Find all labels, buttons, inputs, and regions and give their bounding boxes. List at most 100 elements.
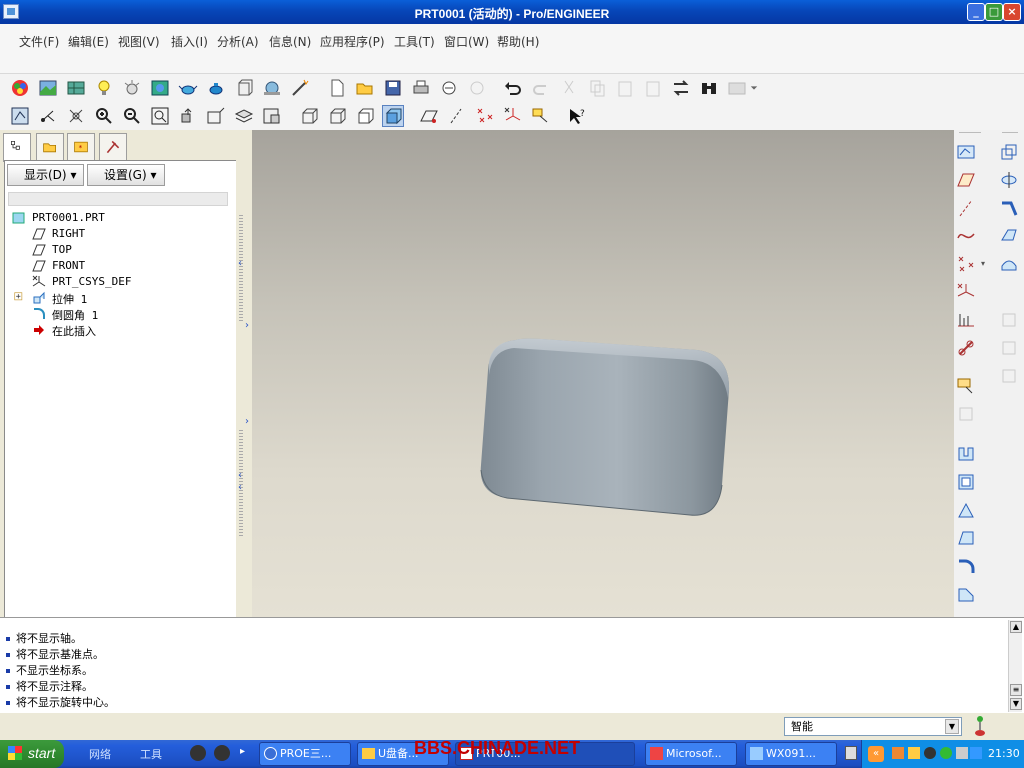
color-appearance-icon[interactable] xyxy=(9,77,31,99)
menu-applications[interactable]: 应用程序(P) xyxy=(320,33,385,50)
spotlight-icon[interactable] xyxy=(121,77,143,99)
menu-edit[interactable]: 编辑(E) xyxy=(68,33,109,50)
chevron-right-icon[interactable]: ▸ xyxy=(240,746,245,757)
no-hidden-icon[interactable] xyxy=(354,105,376,127)
menu-window[interactable]: 窗口(W) xyxy=(444,33,489,50)
collapse-left-arrow-icon[interactable]: ‹ xyxy=(238,482,242,493)
blend-tool-icon[interactable] xyxy=(998,225,1020,247)
analysis-tool-icon[interactable] xyxy=(955,309,977,331)
print-icon[interactable] xyxy=(410,77,432,99)
view-cube-icon[interactable] xyxy=(233,77,255,99)
tab-folder-browser[interactable] xyxy=(36,133,64,160)
menu-analysis[interactable]: 分析(A) xyxy=(217,33,259,50)
chain-link-icon[interactable] xyxy=(955,337,977,359)
undo-icon[interactable] xyxy=(502,77,524,99)
chevron-down-icon[interactable]: ▾ xyxy=(981,259,985,268)
task-proe-article[interactable]: PROE三... xyxy=(259,742,351,766)
zoom-out-icon[interactable] xyxy=(121,105,143,127)
settings-dropdown[interactable]: 设置(G) ▾ xyxy=(87,164,165,186)
sketch-grid-icon[interactable] xyxy=(9,105,31,127)
teapot-icon[interactable] xyxy=(177,77,199,99)
datum-plane-display-icon[interactable] xyxy=(418,105,440,127)
toolbar-tools[interactable]: 工具 xyxy=(140,746,162,762)
datum-curve-tool-icon[interactable] xyxy=(955,225,977,247)
layers-icon[interactable] xyxy=(233,105,255,127)
expand-toggle-icon[interactable] xyxy=(14,290,26,306)
panel-splitter[interactable]: ‹ › › ‹ ‹ xyxy=(236,160,252,618)
csys-display-icon[interactable] xyxy=(502,105,524,127)
magic-wand-icon[interactable] xyxy=(289,77,311,99)
round-tool-icon[interactable] xyxy=(955,555,977,577)
datum-axis-display-icon[interactable] xyxy=(446,105,468,127)
maximize-button[interactable]: □ xyxy=(985,3,1003,21)
image-icon[interactable] xyxy=(37,77,59,99)
regenerate-model-icon[interactable] xyxy=(670,77,692,99)
wireframe-icon[interactable] xyxy=(298,105,320,127)
message-scrollbar[interactable]: ▲ ≡ ▼ xyxy=(1008,620,1022,712)
expand-right-arrow-icon[interactable]: › xyxy=(245,416,249,427)
reorient-icon[interactable] xyxy=(177,105,199,127)
show-dropdown[interactable]: 显示(D) ▾ xyxy=(7,164,84,186)
style-tool-icon[interactable] xyxy=(998,253,1020,275)
datum-axis-icon[interactable] xyxy=(37,105,59,127)
sphere-view-icon[interactable] xyxy=(261,77,283,99)
start-button[interactable]: start xyxy=(0,740,64,768)
open-folder-icon[interactable] xyxy=(354,77,376,99)
qq-penguin-icon[interactable] xyxy=(924,747,936,759)
new-file-icon[interactable] xyxy=(326,77,348,99)
tab-connections[interactable] xyxy=(99,133,127,160)
tab-favorites[interactable]: * xyxy=(67,133,95,160)
sweep-tool-icon[interactable] xyxy=(998,197,1020,219)
context-help-icon[interactable]: ? xyxy=(566,105,588,127)
teapot-render-icon[interactable] xyxy=(205,77,227,99)
shell-tool-icon[interactable] xyxy=(998,141,1020,163)
sketch-tool-icon[interactable] xyxy=(955,141,977,163)
environment-icon[interactable] xyxy=(149,77,171,99)
network-icon[interactable] xyxy=(956,747,968,759)
rib-tool-icon[interactable] xyxy=(955,499,977,521)
expand-right-arrow-icon[interactable]: › xyxy=(245,320,249,331)
hole-tool-icon[interactable] xyxy=(955,443,977,465)
menu-tools[interactable]: 工具(T) xyxy=(394,33,435,50)
revolve-tool-icon[interactable] xyxy=(998,169,1020,191)
datum-point-tool-icon[interactable] xyxy=(955,253,977,275)
datum-point-display-icon[interactable] xyxy=(474,105,496,127)
graphics-window[interactable] xyxy=(252,130,954,617)
toolbar-network[interactable]: 网络 xyxy=(89,746,111,762)
shell-feature-icon[interactable] xyxy=(955,471,977,493)
tray-app-icon[interactable] xyxy=(940,747,952,759)
tab-model-tree[interactable] xyxy=(3,133,31,162)
close-button[interactable]: × xyxy=(1003,3,1021,21)
menu-insert[interactable]: 插入(I) xyxy=(171,33,208,50)
collapse-left-arrow-icon[interactable]: ‹ xyxy=(238,258,242,269)
find-binoculars-icon[interactable] xyxy=(698,77,720,99)
menu-info[interactable]: 信息(N) xyxy=(269,33,311,50)
keyboard-icon[interactable] xyxy=(845,746,857,760)
zoom-in-icon[interactable] xyxy=(93,105,115,127)
view-manager-icon[interactable] xyxy=(261,105,283,127)
dropdown-arrow-icon[interactable] xyxy=(748,77,760,99)
tray-app-icon[interactable] xyxy=(908,747,920,759)
datum-plane-tool-icon[interactable] xyxy=(955,169,977,191)
section-tool-icon[interactable] xyxy=(955,375,977,397)
task-wx091[interactable]: WX091... xyxy=(745,742,837,766)
light-bulb-icon[interactable] xyxy=(93,77,115,99)
qq-penguin-icon[interactable] xyxy=(214,745,230,761)
scene-icon[interactable] xyxy=(65,77,87,99)
tray-app-icon[interactable] xyxy=(892,747,904,759)
cylinder-model[interactable] xyxy=(252,130,954,617)
datum-point-icon[interactable] xyxy=(65,105,87,127)
menu-help[interactable]: 帮助(H) xyxy=(497,33,539,50)
task-microsoft[interactable]: Microsof... xyxy=(645,742,737,766)
saved-views-icon[interactable] xyxy=(205,105,227,127)
collapse-tray-icon[interactable]: « xyxy=(868,746,884,762)
selection-filter[interactable]: 智能 ▼ xyxy=(784,717,962,736)
save-icon[interactable] xyxy=(382,77,404,99)
hidden-line-icon[interactable] xyxy=(326,105,348,127)
datum-axis-tool-icon[interactable] xyxy=(955,197,977,219)
minimize-button[interactable]: _ xyxy=(967,3,985,21)
shading-icon[interactable] xyxy=(382,105,404,127)
chevron-down-icon[interactable]: ▼ xyxy=(945,719,959,734)
refit-icon[interactable] xyxy=(149,105,171,127)
annotation-display-icon[interactable] xyxy=(530,105,552,127)
